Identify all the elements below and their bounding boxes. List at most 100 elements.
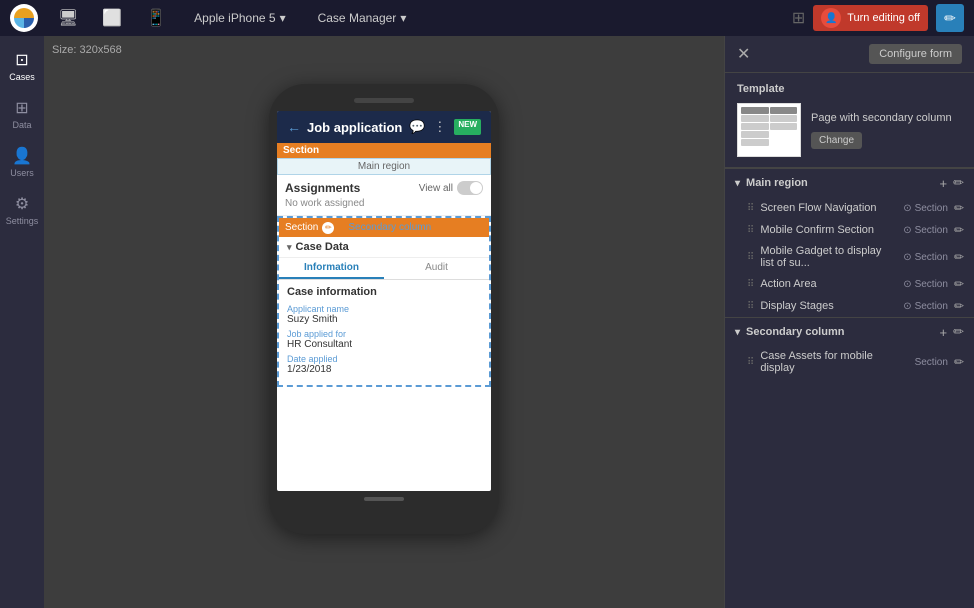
editing-label: Turn editing off xyxy=(847,12,920,24)
section-icon-1: ⊙ xyxy=(903,225,911,236)
size-label: Size: 320x568 xyxy=(52,44,122,56)
collapse-chevron[interactable]: ▾ xyxy=(287,242,292,253)
secondary-col-label: Secondary column xyxy=(342,220,437,235)
case-data-header: ▾ Case Data xyxy=(279,237,489,258)
toggle-switch[interactable] xyxy=(457,181,483,195)
secondary-col-header[interactable]: ▾ Secondary column + ✏ xyxy=(725,318,974,346)
app-header-icons: 💬 ⋮ NEW xyxy=(409,119,481,135)
sidebar: ⊡ Cases ⊞ Data 👤 Users ⚙ Settings xyxy=(0,36,44,608)
sidebar-label-cases: Cases xyxy=(9,72,35,82)
secondary-col-edit-button[interactable]: ✏ xyxy=(953,324,964,340)
sidebar-item-users[interactable]: 👤 Users xyxy=(3,140,41,184)
case-info: Case information Applicant name Suzy Smi… xyxy=(279,280,489,385)
drag-handle-icon-2[interactable]: ⠿ xyxy=(747,252,754,263)
drag-handle-icon[interactable]: ⠿ xyxy=(747,203,754,214)
main-region-header[interactable]: ▾ Main region + ✏ xyxy=(725,169,974,197)
phone-mockup: ← Job application 💬 ⋮ NEW Section Main r… xyxy=(269,84,499,534)
back-arrow-icon[interactable]: ← xyxy=(287,119,301,135)
component-edit-mobile-confirm[interactable]: ✏ xyxy=(954,223,964,237)
main-region-edit-button[interactable]: ✏ xyxy=(953,175,964,191)
cases-icon: ⊡ xyxy=(15,50,28,70)
device-chevron: ▾ xyxy=(280,11,286,25)
main-region-add-button[interactable]: + xyxy=(940,175,948,191)
settings-icon: ⚙ xyxy=(15,194,29,214)
assignments-section: Assignments View all No work assigned xyxy=(277,175,491,216)
manager-label: Case Manager xyxy=(318,11,397,25)
right-panel: ✕ Configure form Template xyxy=(724,36,974,608)
sidebar-item-cases[interactable]: ⊡ Cases xyxy=(3,44,41,88)
tablet-icon[interactable]: ⬜ xyxy=(98,8,126,28)
component-case-assets: ⠿ Case Assets for mobile display Section… xyxy=(725,346,974,378)
component-edit-display-stages[interactable]: ✏ xyxy=(954,299,964,313)
new-badge: NEW xyxy=(454,119,481,135)
component-mobile-confirm: ⠿ Mobile Confirm Section ⊙ Section ✏ xyxy=(725,219,974,241)
users-icon: 👤 xyxy=(12,146,32,166)
section-content: Section ✏ Secondary column ▾ Case Data I… xyxy=(277,216,491,387)
grid-icon[interactable]: ⊞ xyxy=(792,8,805,28)
component-edit-screen-flow[interactable]: ✏ xyxy=(954,201,964,215)
pencil-button[interactable]: ✏ xyxy=(936,4,964,32)
manager-chevron: ▾ xyxy=(400,11,406,25)
template-name: Page with secondary column xyxy=(811,112,952,124)
section-header-row: Section ✏ Secondary column xyxy=(279,218,489,237)
secondary-col-header-left: ▾ Secondary column xyxy=(735,326,844,338)
view-all-text: View all xyxy=(419,183,453,194)
chat-icon[interactable]: 💬 xyxy=(409,119,425,135)
app-logo xyxy=(10,4,38,32)
secondary-col-add-button[interactable]: + xyxy=(940,324,948,340)
main-region-chevron: ▾ xyxy=(735,178,740,189)
section-edit-button[interactable]: ✏ xyxy=(322,222,334,234)
section-icon-2: ⊙ xyxy=(903,252,911,263)
phone-screen: ← Job application 💬 ⋮ NEW Section Main r… xyxy=(277,111,491,491)
mobile-icon[interactable]: 📱 xyxy=(142,8,170,28)
panel-header: ✕ Configure form xyxy=(725,36,974,73)
secondary-col-actions: + ✏ xyxy=(940,324,965,340)
case-data-title: Case Data xyxy=(296,241,349,253)
assignments-header: Assignments View all xyxy=(285,181,483,195)
component-label-display-stages: Display Stages xyxy=(760,300,897,312)
section-icon-0: ⊙ xyxy=(903,203,911,214)
drag-handle-icon-3[interactable]: ⠿ xyxy=(747,279,754,290)
phone-home-button[interactable] xyxy=(364,497,404,501)
template-info: Page with secondary column Change xyxy=(811,112,952,149)
device-label: Apple iPhone 5 xyxy=(194,11,275,25)
component-edit-case-assets[interactable]: ✏ xyxy=(954,355,964,369)
main-region-section: ▾ Main region + ✏ ⠿ Screen Flow Navigati… xyxy=(725,168,974,317)
component-edit-mobile-gadget[interactable]: ✏ xyxy=(954,250,964,264)
sidebar-item-data[interactable]: ⊞ Data xyxy=(3,92,41,136)
app-header: ← Job application 💬 ⋮ NEW xyxy=(277,111,491,143)
configure-form-button[interactable]: Configure form xyxy=(869,44,962,64)
field-applicant-name: Applicant name Suzy Smith xyxy=(287,304,481,325)
section-badge-1: ⊙ Section xyxy=(903,225,948,236)
desktop-icon[interactable]: 🖥 xyxy=(54,8,82,28)
device-nav: 🖥 ⬜ 📱 xyxy=(54,8,170,28)
more-icon[interactable]: ⋮ xyxy=(433,119,446,135)
sidebar-label-settings: Settings xyxy=(6,216,39,226)
manager-selector[interactable]: Case Manager ▾ xyxy=(310,7,415,29)
field-job-applied: Job applied for HR Consultant xyxy=(287,329,481,350)
template-label: Template xyxy=(737,83,962,95)
no-work-label: No work assigned xyxy=(285,198,483,209)
section-badge-0: ⊙ Section xyxy=(903,203,948,214)
tab-information[interactable]: Information xyxy=(279,258,384,279)
field-value-date: 1/23/2018 xyxy=(287,364,481,375)
component-edit-action-area[interactable]: ✏ xyxy=(954,277,964,291)
section-badge-2: ⊙ Section xyxy=(903,252,948,263)
component-label-mobile-confirm: Mobile Confirm Section xyxy=(760,224,897,236)
main-region-header-left: ▾ Main region xyxy=(735,177,808,189)
device-selector[interactable]: Apple iPhone 5 ▾ xyxy=(186,7,293,29)
secondary-col-label: Secondary column xyxy=(746,326,844,338)
close-panel-button[interactable]: ✕ xyxy=(737,44,750,64)
section-bar: Section xyxy=(277,143,491,158)
change-template-button[interactable]: Change xyxy=(811,132,862,149)
editing-badge: 👤 Turn editing off xyxy=(813,5,928,31)
section-icon-3: ⊙ xyxy=(903,279,911,290)
toggle-dot xyxy=(470,182,482,194)
sidebar-item-settings[interactable]: ⚙ Settings xyxy=(3,188,41,232)
drag-handle-icon-5[interactable]: ⠿ xyxy=(747,357,754,368)
tab-audit[interactable]: Audit xyxy=(384,258,489,279)
drag-handle-icon-1[interactable]: ⠿ xyxy=(747,225,754,236)
drag-handle-icon-4[interactable]: ⠿ xyxy=(747,301,754,312)
sidebar-label-data: Data xyxy=(12,120,31,130)
topbar-right: ⊞ 👤 Turn editing off ✏ xyxy=(792,4,964,32)
